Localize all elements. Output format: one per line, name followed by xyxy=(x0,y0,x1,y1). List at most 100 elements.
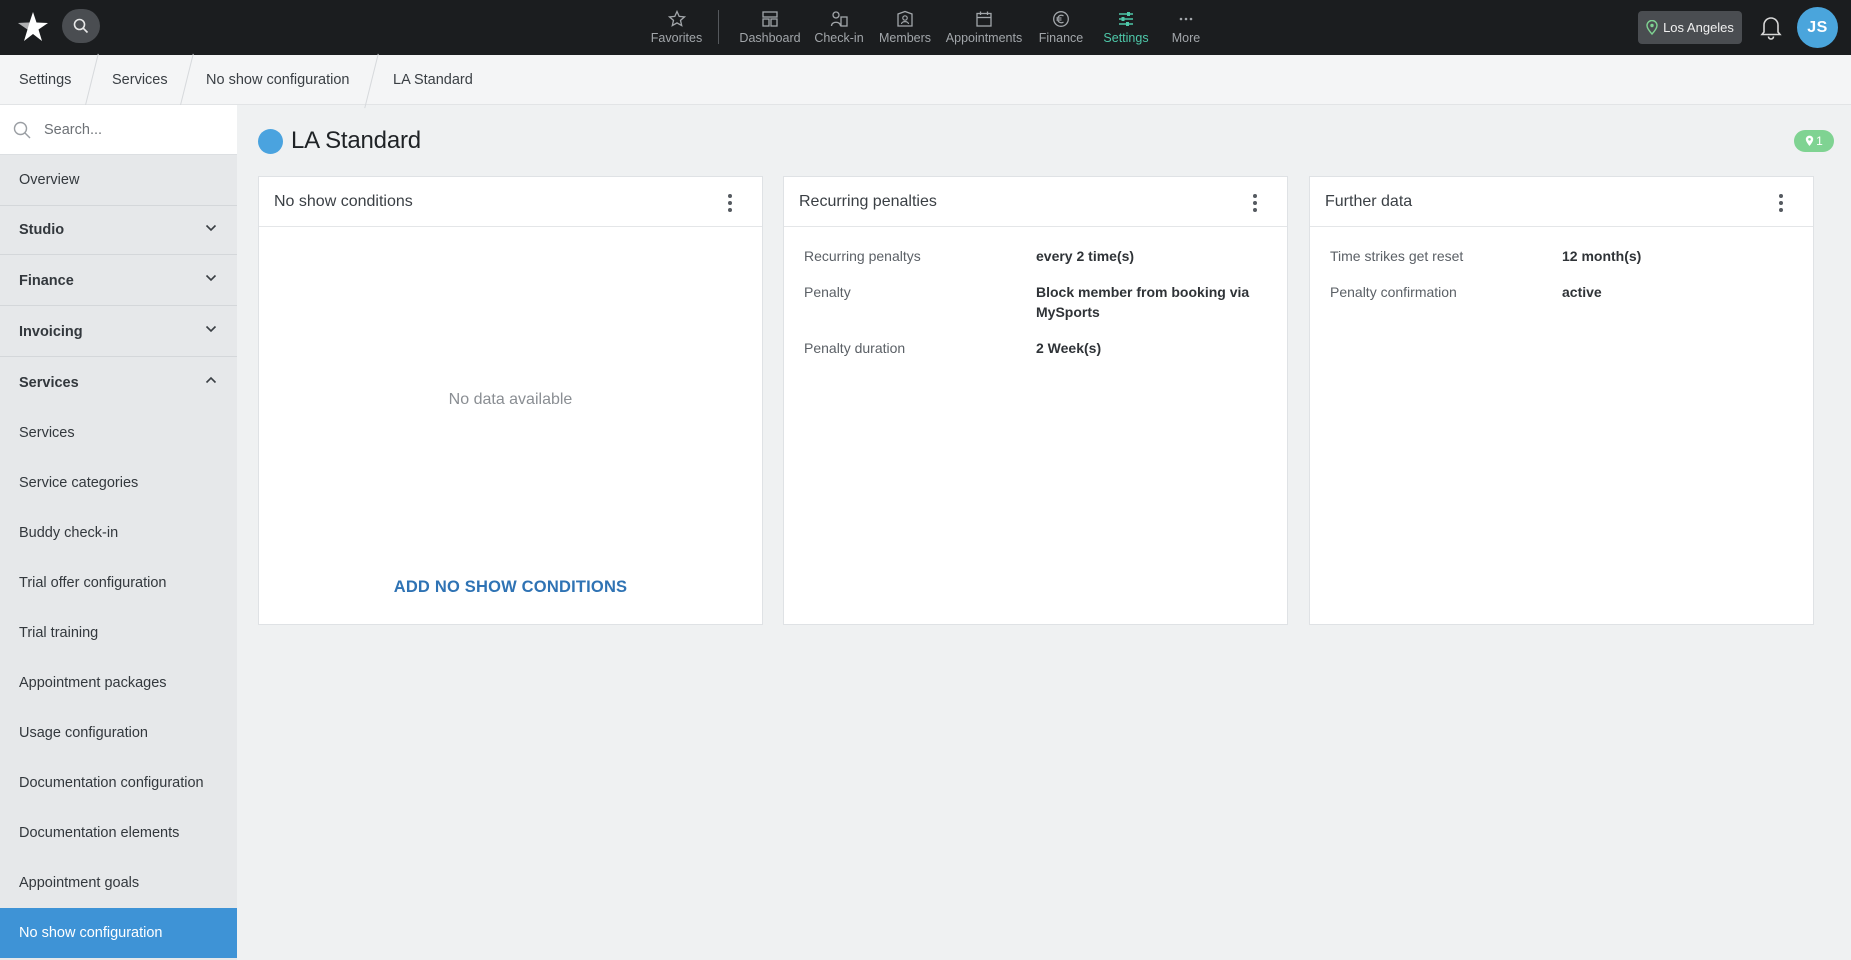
sidebar-item-service-categories[interactable]: Service categories xyxy=(0,458,237,508)
sliders-icon xyxy=(1119,12,1133,26)
sidebar-group-invoicing[interactable]: Invoicing xyxy=(0,307,237,357)
star-icon xyxy=(667,10,686,27)
nav-settings[interactable]: Settings xyxy=(1100,0,1152,55)
nav-members[interactable]: Members xyxy=(876,0,934,55)
nav-label: Settings xyxy=(1103,31,1149,45)
sidebar-search-input[interactable] xyxy=(44,117,224,143)
field-value: 12 month(s) xyxy=(1562,248,1642,264)
recurring-penalties-card: Recurring penalties Recurring penaltys e… xyxy=(783,176,1288,625)
nav-label: Favorites xyxy=(650,31,703,45)
sidebar-item-appointment-packages[interactable]: Appointment packages xyxy=(0,658,237,708)
location-label: Los Angeles xyxy=(1663,20,1734,35)
empty-state-text: No data available xyxy=(448,391,573,408)
sidebar-group-finance[interactable]: Finance xyxy=(0,256,237,306)
nav-finance[interactable]: Finance xyxy=(1036,0,1086,55)
chevron-down-icon xyxy=(205,274,217,282)
location-selector[interactable]: Los Angeles xyxy=(1638,11,1742,44)
global-search-button[interactable] xyxy=(62,9,100,43)
field-value: every 2 time(s) xyxy=(1036,248,1135,264)
location-pin-icon xyxy=(1646,20,1658,35)
sidebar-item-label: Documentation configuration xyxy=(19,775,204,791)
sidebar-item-label: Trial offer configuration xyxy=(19,575,167,591)
location-count-badge[interactable]: 1 xyxy=(1794,130,1834,152)
check-in-icon xyxy=(830,11,848,27)
card-header: Recurring penalties xyxy=(784,177,1287,227)
top-navigation-bar: Favorites Dashboard Check-in Members App… xyxy=(0,0,1851,55)
sidebar-item-trial-offer-configuration[interactable]: Trial offer configuration xyxy=(0,558,237,608)
field-label: Recurring penaltys xyxy=(804,248,921,264)
add-no-show-conditions-button[interactable]: ADD NO SHOW CONDITIONS xyxy=(259,578,762,597)
search-icon xyxy=(73,18,89,34)
sidebar-item-label: Appointment goals xyxy=(19,875,140,891)
nav-dashboard[interactable]: Dashboard xyxy=(738,0,802,55)
sidebar-item-overview[interactable]: Overview xyxy=(0,155,237,205)
field-label: Penalty duration xyxy=(804,340,906,356)
sidebar-item-label: Services xyxy=(19,425,75,441)
euro-icon xyxy=(1053,11,1069,27)
card-menu-icon[interactable] xyxy=(1251,193,1259,213)
nav-label: More xyxy=(1171,31,1201,45)
breadcrumb-no-show-configuration[interactable]: No show configuration xyxy=(206,55,349,105)
color-indicator xyxy=(258,128,283,154)
card-header: Further data xyxy=(1310,177,1813,227)
members-icon xyxy=(897,10,913,27)
sidebar-item-label: Usage configuration xyxy=(19,725,148,741)
sidebar-item-label: Buddy check-in xyxy=(19,525,119,541)
sidebar-item-label: Documentation elements xyxy=(19,825,180,841)
nav-label: Members xyxy=(878,31,932,45)
sidebar-item-label: Trial training xyxy=(19,625,99,641)
app-logo-icon[interactable] xyxy=(16,10,50,44)
sidebar-item-documentation-elements[interactable]: Documentation elements xyxy=(0,808,237,858)
dashboard-icon xyxy=(762,11,778,27)
page-header: LA Standard xyxy=(258,124,421,158)
sidebar-item-usage-configuration[interactable]: Usage configuration xyxy=(0,708,237,758)
settings-sidebar: Overview Studio Finance Invoicing Servic… xyxy=(0,105,237,960)
sidebar-item-services[interactable]: Services xyxy=(0,408,237,458)
breadcrumb-settings[interactable]: Settings xyxy=(19,55,71,105)
user-avatar[interactable]: JS xyxy=(1797,7,1838,48)
sidebar-group-label: Invoicing xyxy=(19,323,83,340)
card-menu-icon[interactable] xyxy=(726,193,734,213)
chevron-up-icon xyxy=(205,376,217,384)
sidebar-group-services[interactable]: Services xyxy=(0,358,237,408)
nav-more[interactable]: More xyxy=(1168,0,1204,55)
further-data-card: Further data Time strikes get reset 12 m… xyxy=(1309,176,1814,625)
card-header: No show conditions xyxy=(259,177,762,227)
sidebar-item-no-show-configuration[interactable]: No show configuration xyxy=(0,908,237,958)
sidebar-group-studio[interactable]: Studio xyxy=(0,205,237,255)
sidebar-item-appointment-goals[interactable]: Appointment goals xyxy=(0,858,237,908)
sidebar-item-buddy-check-in[interactable]: Buddy check-in xyxy=(0,508,237,558)
sidebar-search xyxy=(0,105,237,155)
more-icon xyxy=(1179,17,1193,21)
nav-label: Appointments xyxy=(945,31,1023,45)
sidebar-item-label: Appointment packages xyxy=(19,675,167,691)
chevron-down-icon xyxy=(205,325,217,333)
nav-divider xyxy=(718,10,719,44)
sidebar-item-trial-training[interactable]: Trial training xyxy=(0,608,237,658)
sidebar-item-label: Overview xyxy=(19,172,80,188)
card-menu-icon[interactable] xyxy=(1777,193,1785,213)
nav-label: Dashboard xyxy=(739,31,801,45)
nav-check-in[interactable]: Check-in xyxy=(812,0,866,55)
card-title: No show conditions xyxy=(274,193,413,210)
notifications-bell-icon[interactable] xyxy=(1760,14,1782,40)
field-value: active xyxy=(1562,284,1602,300)
card-title: Further data xyxy=(1325,193,1413,210)
field-label: Penalty xyxy=(804,284,851,300)
page-title: LA Standard xyxy=(291,127,421,154)
nav-appointments[interactable]: Appointments xyxy=(943,0,1025,55)
field-value: Block member from booking via MySports xyxy=(1036,284,1250,320)
search-icon xyxy=(13,121,31,139)
sidebar-group-label: Services xyxy=(19,375,79,391)
sidebar-item-documentation-configuration[interactable]: Documentation configuration xyxy=(0,758,237,808)
field-value: 2 Week(s) xyxy=(1036,340,1102,356)
sidebar-item-label: No show configuration xyxy=(19,925,163,941)
chevron-down-icon xyxy=(205,224,217,232)
location-count: 1 xyxy=(1816,134,1823,148)
breadcrumb: Settings Services No show configuration … xyxy=(0,55,1851,105)
breadcrumb-separator xyxy=(365,55,379,105)
nav-favorites[interactable]: Favorites xyxy=(650,0,703,55)
nav-label: Finance xyxy=(1038,31,1084,45)
sidebar-group-label: Finance xyxy=(19,272,74,289)
breadcrumb-services[interactable]: Services xyxy=(112,55,168,105)
